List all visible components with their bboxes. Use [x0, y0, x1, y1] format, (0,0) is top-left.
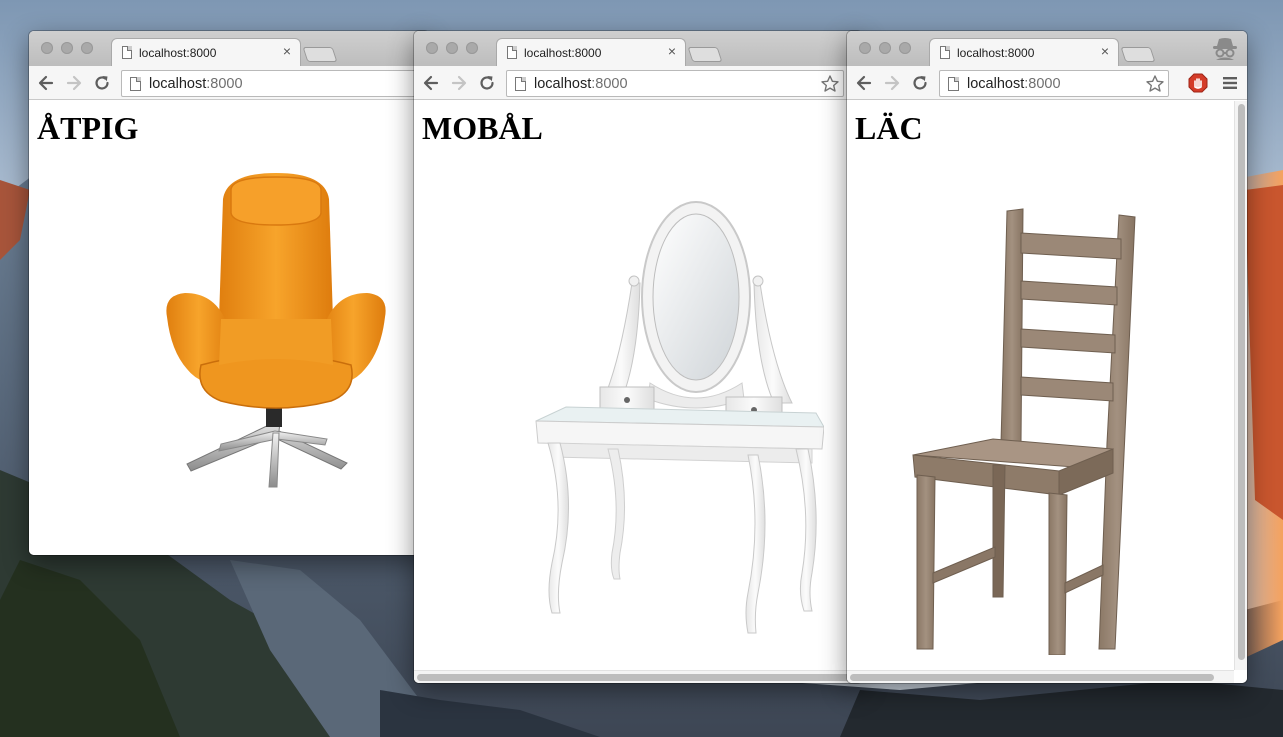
tab-strip: localhost:8000 × [847, 31, 1247, 66]
browser-toolbar: localhost:8000 [414, 66, 862, 100]
zoom-window-button[interactable] [899, 42, 911, 54]
address-bar[interactable]: localhost:8000 [121, 70, 429, 97]
new-tab-button[interactable] [302, 47, 338, 62]
window-controls [859, 42, 911, 54]
tab-title: localhost:8000 [139, 46, 217, 60]
page-info-icon[interactable] [948, 77, 959, 91]
forward-arrow-icon[interactable] [449, 73, 469, 93]
page-favicon-icon [940, 46, 950, 59]
page-title: MOBÅL [422, 110, 543, 146]
minimize-window-button[interactable] [879, 42, 891, 54]
forward-arrow-icon[interactable] [64, 73, 84, 93]
browser-window-1[interactable]: localhost:8000 × localhost:8000 ÅTPIG [29, 31, 429, 555]
close-window-button[interactable] [426, 42, 438, 54]
bookmark-star-icon[interactable] [1145, 74, 1165, 94]
minimize-window-button[interactable] [61, 42, 73, 54]
page-title: ÅTPIG [37, 110, 139, 146]
reload-icon[interactable] [910, 73, 930, 93]
tab-title: localhost:8000 [957, 46, 1035, 60]
url-host: localhost [534, 76, 592, 92]
url-host: localhost [149, 76, 207, 92]
dressing-table-image [535, 201, 824, 634]
incognito-icon [1213, 38, 1237, 60]
browser-window-3[interactable]: localhost:8000 × localhost:8000 LÄC [847, 31, 1247, 683]
page-title: LÄC [855, 110, 923, 146]
browser-window-2[interactable]: localhost:8000 × localhost:8000 MOBÅL [414, 31, 862, 683]
address-url: localhost:8000 [967, 76, 1061, 92]
page-favicon-icon [122, 46, 132, 59]
browser-toolbar: localhost:8000 [29, 66, 429, 100]
browser-toolbar: localhost:8000 [847, 66, 1247, 100]
vertical-scrollbar[interactable] [1234, 101, 1247, 670]
window-controls [41, 42, 93, 54]
address-url: localhost:8000 [534, 76, 628, 92]
tab-strip: localhost:8000 × [29, 31, 429, 66]
url-port: :8000 [591, 76, 628, 92]
forward-arrow-icon[interactable] [882, 73, 902, 93]
back-arrow-icon[interactable] [854, 73, 874, 93]
horizontal-scrollbar[interactable] [847, 670, 1234, 683]
minimize-window-button[interactable] [446, 42, 458, 54]
page-content: ÅTPIG [29, 101, 429, 555]
menu-hamburger-icon[interactable] [1223, 76, 1237, 90]
vertical-scrollbar-thumb[interactable] [1238, 104, 1245, 660]
url-port: :8000 [1024, 76, 1061, 92]
reload-icon[interactable] [477, 73, 497, 93]
tab-close-icon[interactable]: × [283, 44, 291, 58]
active-tab[interactable]: localhost:8000 × [929, 38, 1119, 66]
new-tab-button[interactable] [687, 47, 723, 62]
back-arrow-icon[interactable] [36, 73, 56, 93]
zoom-window-button[interactable] [466, 42, 478, 54]
tab-close-icon[interactable]: × [1101, 44, 1109, 58]
tab-strip: localhost:8000 × [414, 31, 862, 66]
address-bar[interactable]: localhost:8000 [939, 70, 1169, 97]
zoom-window-button[interactable] [81, 42, 93, 54]
reload-icon[interactable] [92, 73, 112, 93]
back-arrow-icon[interactable] [421, 73, 441, 93]
address-url: localhost:8000 [149, 76, 243, 92]
horizontal-scrollbar-thumb[interactable] [417, 674, 859, 681]
page-favicon-icon [507, 46, 517, 59]
new-tab-button[interactable] [1120, 47, 1156, 62]
page-content: LÄC [847, 101, 1247, 683]
close-window-button[interactable] [41, 42, 53, 54]
page-info-icon[interactable] [515, 77, 526, 91]
active-tab[interactable]: localhost:8000 × [111, 38, 301, 66]
horizontal-scrollbar[interactable] [414, 670, 862, 683]
close-window-button[interactable] [859, 42, 871, 54]
window-controls [426, 42, 478, 54]
url-host: localhost [967, 76, 1025, 92]
adblock-stop-icon[interactable] [1188, 73, 1208, 93]
tab-title: localhost:8000 [524, 46, 602, 60]
page-info-icon[interactable] [130, 77, 141, 91]
tab-close-icon[interactable]: × [668, 44, 676, 58]
bookmark-star-icon[interactable] [820, 74, 840, 94]
url-port: :8000 [206, 76, 243, 92]
page-content: MOBÅL [414, 101, 862, 683]
orange-armchair-image [166, 173, 386, 488]
wooden-chair-image [912, 208, 1136, 655]
horizontal-scrollbar-thumb[interactable] [850, 674, 1214, 681]
address-bar[interactable]: localhost:8000 [506, 70, 844, 97]
active-tab[interactable]: localhost:8000 × [496, 38, 686, 66]
